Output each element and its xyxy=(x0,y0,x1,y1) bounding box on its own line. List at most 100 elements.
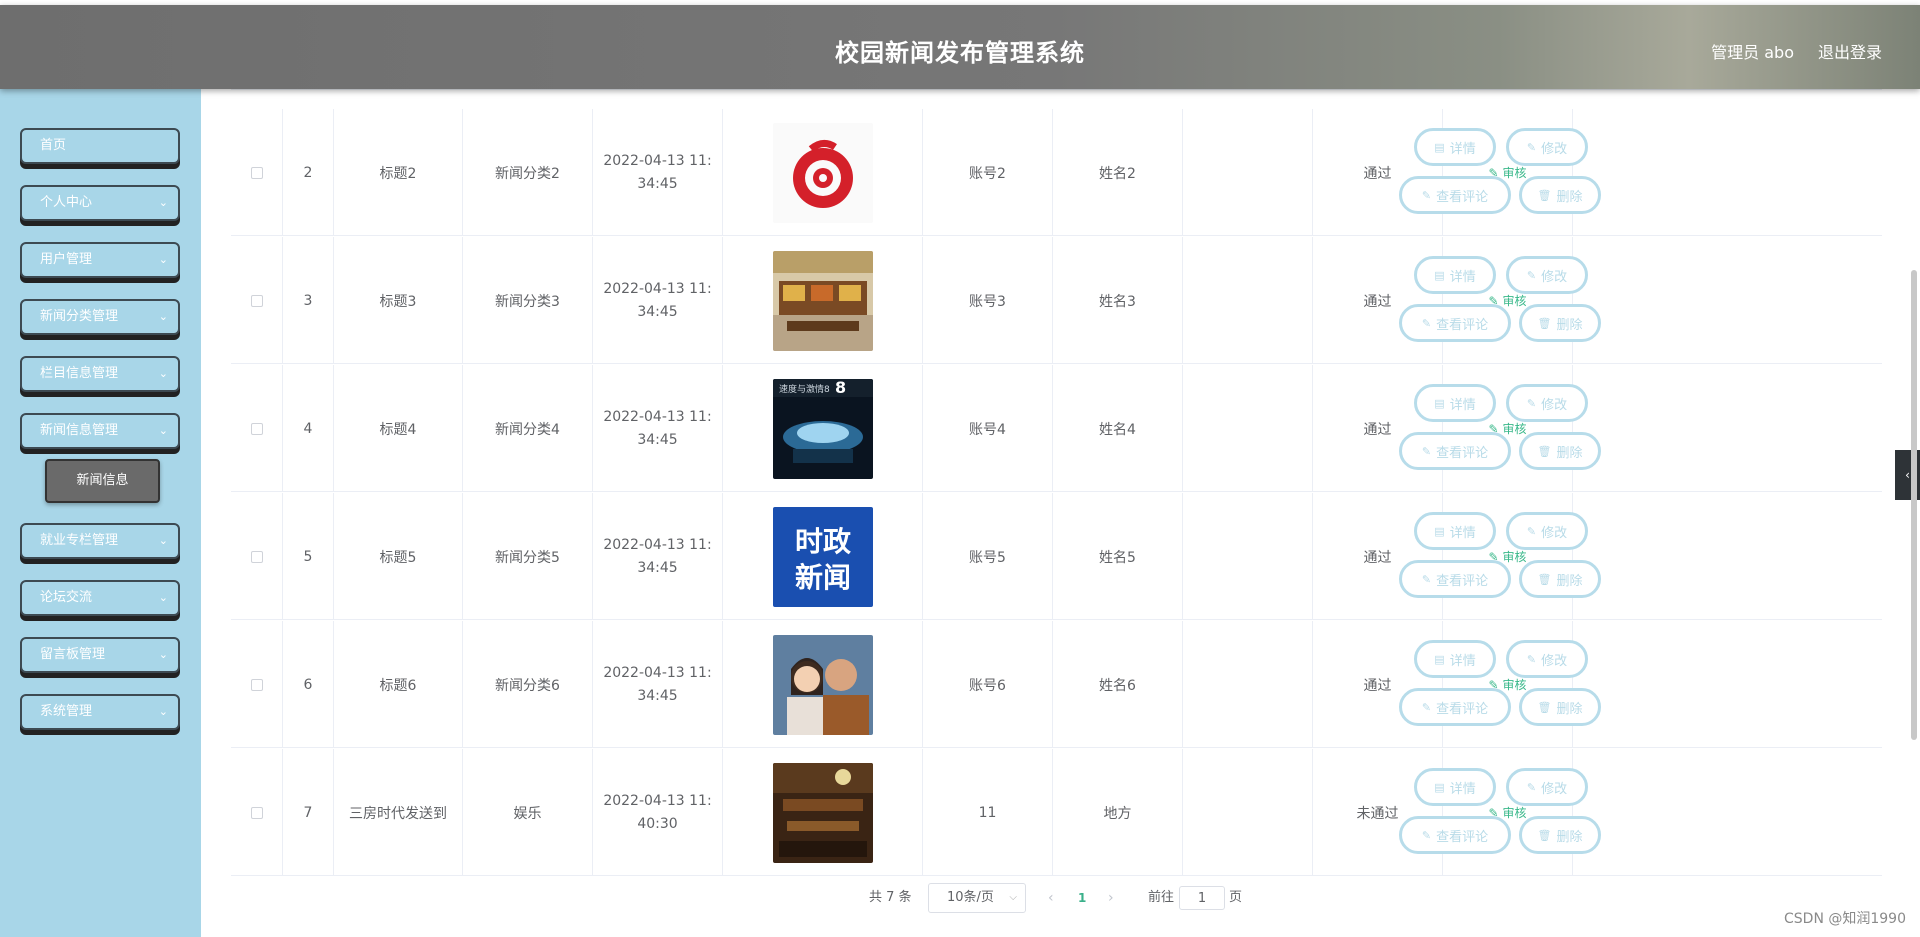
view-comments-button[interactable]: ✎ 查看评论 xyxy=(1399,560,1511,598)
news-thumbnail xyxy=(772,122,873,223)
cell-index: 7 xyxy=(283,749,334,876)
time-line-2: 34:45 xyxy=(637,431,678,448)
vertical-scrollbar[interactable] xyxy=(1911,270,1917,740)
sidebar-item-label: 就业专栏管理 xyxy=(40,533,119,548)
time-line-2: 34:45 xyxy=(637,175,678,192)
button-label: 详情 xyxy=(1449,141,1476,157)
cell-select xyxy=(231,109,283,236)
logout-link[interactable]: 退出登录 xyxy=(1818,39,1882,63)
edit-button[interactable]: ✎ 修改 xyxy=(1506,768,1588,806)
header-bar: 校园新闻发布管理系统 管理员 abo 退出登录 xyxy=(0,5,1920,89)
news-thumbnail xyxy=(772,762,873,863)
row-checkbox[interactable] xyxy=(250,806,263,819)
table-row: 3 标题3 新闻分类3 2022-04-13 11: 34:45 账号3 姓名3 通过 ✎ 审核… xyxy=(231,237,1882,364)
row-checkbox[interactable] xyxy=(250,550,263,563)
cell-image xyxy=(723,109,923,236)
cell-time: 2022-04-13 11: 40:30 xyxy=(593,749,723,876)
cell-title: 标题4 xyxy=(334,365,463,492)
cell-status: 未通过 xyxy=(1313,749,1443,876)
edit-icon: ✎ xyxy=(1526,396,1537,410)
current-page[interactable]: 1 xyxy=(1078,883,1086,913)
sidebar-subitem-news-info[interactable]: 新闻信息 xyxy=(45,459,160,503)
sidebar-item[interactable]: 新闻分类管理 ⌄ xyxy=(20,299,180,335)
button-label: 详情 xyxy=(1449,397,1476,413)
page-size-select[interactable]: 10条/页 ⌵ xyxy=(928,883,1026,913)
sidebar-item-label: 留言板管理 xyxy=(40,647,106,662)
cell-time-text: 2022-04-13 11: 34:45 xyxy=(603,534,711,580)
sidebar-item[interactable]: 系统管理 ⌄ xyxy=(20,694,180,730)
delete-button[interactable]: 🗑 删除 xyxy=(1519,432,1601,470)
goto-page-input[interactable] xyxy=(1179,886,1225,910)
edit-button[interactable]: ✎ 修改 xyxy=(1506,512,1588,550)
next-page-button[interactable]: › xyxy=(1108,883,1114,913)
delete-button[interactable]: 🗑 删除 xyxy=(1519,560,1601,598)
button-label: 查看评论 xyxy=(1436,317,1489,333)
detail-button[interactable]: ▤ 详情 xyxy=(1414,256,1496,294)
prev-page-button[interactable]: ‹ xyxy=(1048,883,1054,913)
chevron-down-icon: ⌄ xyxy=(158,424,168,437)
edit-button[interactable]: ✎ 修改 xyxy=(1506,384,1588,422)
delete-button[interactable]: 🗑 删除 xyxy=(1519,816,1601,854)
cell-empty xyxy=(1183,749,1313,876)
button-label: 删除 xyxy=(1556,189,1583,205)
chevron-down-icon: ⌄ xyxy=(158,591,168,604)
svg-text:速度与激情8: 速度与激情8 xyxy=(779,383,830,395)
sidebar-item[interactable]: 论坛交流 ⌄ xyxy=(20,580,180,616)
chevron-down-icon: ⌄ xyxy=(158,196,168,209)
news-thumbnail xyxy=(772,250,873,351)
view-comments-button[interactable]: ✎ 查看评论 xyxy=(1399,816,1511,854)
sidebar-item[interactable]: 留言板管理 ⌄ xyxy=(20,637,180,673)
button-label: 删除 xyxy=(1556,701,1583,717)
row-checkbox[interactable] xyxy=(250,678,263,691)
cell-title: 标题2 xyxy=(334,109,463,236)
sidebar-item[interactable]: 就业专栏管理 ⌄ xyxy=(20,523,180,559)
cell-empty xyxy=(1183,109,1313,236)
goto-label: 前往 xyxy=(1148,890,1175,905)
cell-empty xyxy=(1183,493,1313,620)
view-comments-button[interactable]: ✎ 查看评论 xyxy=(1399,432,1511,470)
chevron-left-icon: ‹ xyxy=(1905,468,1910,482)
cell-title: 三房时代发送到 xyxy=(334,749,463,876)
sidebar-item-label: 栏目信息管理 xyxy=(40,366,119,381)
detail-button[interactable]: ▤ 详情 xyxy=(1414,640,1496,678)
delete-button[interactable]: 🗑 删除 xyxy=(1519,304,1601,342)
delete-button[interactable]: 🗑 删除 xyxy=(1519,688,1601,726)
edit-button[interactable]: ✎ 修改 xyxy=(1506,128,1588,166)
view-comments-button[interactable]: ✎ 查看评论 xyxy=(1399,176,1511,214)
time-line-1: 2022-04-13 11: xyxy=(603,664,712,681)
cell-image xyxy=(723,237,923,364)
edit-icon: ✎ xyxy=(1526,652,1537,666)
sidebar-item[interactable]: 新闻信息管理 ⌄ xyxy=(20,413,180,449)
edit-button[interactable]: ✎ 修改 xyxy=(1506,640,1588,678)
detail-button[interactable]: ▤ 详情 xyxy=(1414,768,1496,806)
view-comments-button[interactable]: ✎ 查看评论 xyxy=(1399,688,1511,726)
view-comments-button[interactable]: ✎ 查看评论 xyxy=(1399,304,1511,342)
edit-button[interactable]: ✎ 修改 xyxy=(1506,256,1588,294)
table-row: 5 标题5 新闻分类5 2022-04-13 11: 34:45 时政 新闻 账号5 姓名5 通过… xyxy=(231,493,1882,620)
trash-icon: 🗑 xyxy=(1537,700,1552,714)
cell-status: 通过 xyxy=(1313,493,1443,620)
delete-button[interactable]: 🗑 删除 xyxy=(1519,176,1601,214)
document-icon: ▤ xyxy=(1434,268,1445,282)
detail-button[interactable]: ▤ 详情 xyxy=(1414,128,1496,166)
sidebar-item[interactable]: 用户管理 ⌄ xyxy=(20,242,180,278)
row-checkbox[interactable] xyxy=(250,294,263,307)
button-label: 修改 xyxy=(1541,781,1568,797)
row-checkbox[interactable] xyxy=(250,422,263,435)
time-line-1: 2022-04-13 11: xyxy=(603,280,712,297)
sidebar-item[interactable]: 首页 xyxy=(20,128,180,164)
button-label: 删除 xyxy=(1556,829,1583,845)
detail-button[interactable]: ▤ 详情 xyxy=(1414,384,1496,422)
cell-select xyxy=(231,365,283,492)
watermark: CSDN @知润1990 xyxy=(1784,911,1906,927)
detail-button[interactable]: ▤ 详情 xyxy=(1414,512,1496,550)
trash-icon: 🗑 xyxy=(1537,444,1552,458)
edit-icon: ✎ xyxy=(1421,700,1432,714)
cell-account: 11 xyxy=(923,749,1053,876)
sidebar-item[interactable]: 栏目信息管理 ⌄ xyxy=(20,356,180,392)
row-checkbox[interactable] xyxy=(250,166,263,179)
table-row: 6 标题6 新闻分类6 2022-04-13 11: 34:45 账号6 姓名6 通过 ✎ 审核… xyxy=(231,621,1882,748)
cell-name: 地方 xyxy=(1053,749,1183,876)
chevron-down-icon: ⌄ xyxy=(158,705,168,718)
sidebar-item[interactable]: 个人中心 ⌄ xyxy=(20,185,180,221)
